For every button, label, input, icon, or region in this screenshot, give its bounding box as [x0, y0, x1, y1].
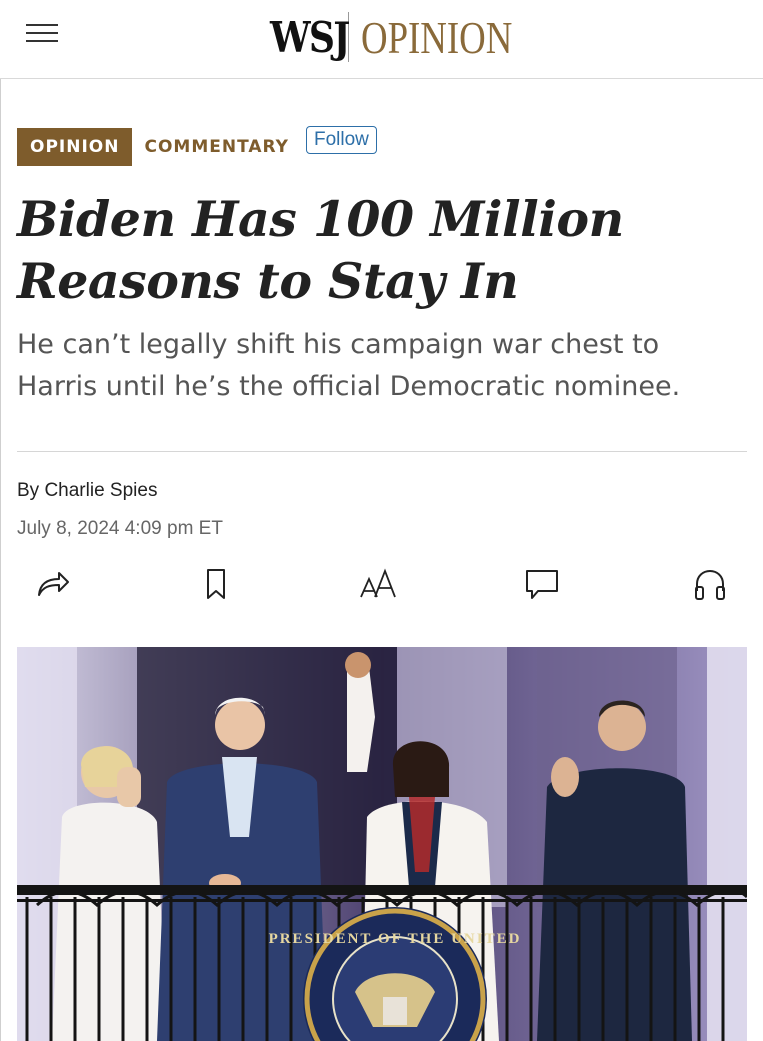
page-edge-rule: [0, 79, 1, 1041]
hamburger-menu-icon[interactable]: [22, 18, 62, 52]
hero-photo-illustration: PRESIDENT OF THE UNITED: [17, 647, 747, 1041]
category-label[interactable]: COMMENTARY: [144, 137, 289, 157]
article-tags: OPINION COMMENTARY Follow: [17, 126, 377, 167]
wsj-opinion-logo[interactable]: WSJ OPINION: [270, 11, 550, 63]
article-headline: Biden Has 100 Million Reasons to Stay In: [17, 190, 624, 310]
headphones-icon: [695, 569, 725, 600]
share-arrow-icon: [38, 572, 69, 596]
bookmark-icon: [207, 569, 225, 599]
article-hero-photo[interactable]: PRESIDENT OF THE UNITED: [17, 647, 747, 1041]
text-size-icon: [360, 568, 396, 598]
publish-timestamp: July 8, 2024 4:09 pm ET: [17, 518, 223, 539]
follow-button[interactable]: Follow: [305, 126, 377, 154]
article-action-bar: [0, 562, 763, 606]
author-link[interactable]: Charlie Spies: [44, 480, 157, 501]
logo-wsj: WSJ: [270, 12, 350, 62]
section-badge[interactable]: OPINION: [17, 128, 133, 166]
byline-prefix: By: [17, 480, 45, 501]
divider-rule: [17, 451, 747, 452]
share-button[interactable]: [31, 562, 75, 606]
listen-button[interactable]: [688, 562, 732, 606]
article-dek: He can’t legally shift his campaign war …: [17, 329, 681, 402]
seal-text: PRESIDENT OF THE UNITED: [269, 931, 522, 947]
logo-opinion: OPINION: [361, 11, 513, 63]
site-header: WSJ OPINION: [0, 0, 763, 79]
comment-bubble-icon: [526, 570, 558, 599]
comments-button[interactable]: [520, 562, 564, 606]
text-size-button[interactable]: [356, 562, 400, 606]
bookmark-button[interactable]: [194, 562, 238, 606]
byline: By Charlie Spies: [17, 480, 157, 502]
